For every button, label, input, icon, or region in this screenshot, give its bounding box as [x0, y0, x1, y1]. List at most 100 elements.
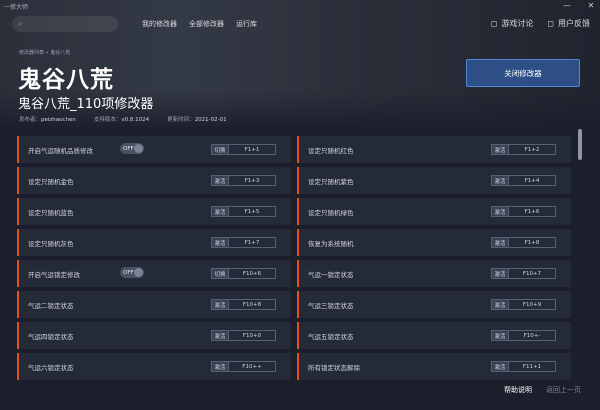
cheat-item: 所有锁定状态解除 激活 F11+1: [297, 353, 571, 380]
cheat-row: 设定只随机金色 激活 F1+3 设定只随机紫色 激活 F1+4: [17, 167, 571, 198]
hotkey-value: F10+-: [523, 332, 541, 339]
cheat-row: 气运六锁定状态 激活 F10++ 所有锁定状态解除 激活 F11+1: [17, 353, 571, 380]
hotkey-action[interactable]: 切换: [212, 269, 229, 278]
hotkey-action[interactable]: 激活: [492, 300, 509, 309]
hotkey-action[interactable]: 激活: [492, 331, 509, 340]
cheat-item: 恢复为系统随机 激活 F1+8: [297, 229, 571, 256]
title-bar: 一修大师: [0, 0, 600, 12]
hotkey-value: F10++: [242, 363, 262, 370]
hotkey-value: F10+7: [522, 270, 542, 277]
hotkey-box[interactable]: 激活 F1+5: [211, 206, 276, 217]
hotkey-value: F10+9: [522, 301, 542, 308]
cheat-item: 设定只随机紫色 激活 F1+4: [297, 167, 571, 194]
search-input[interactable]: ⌕: [12, 16, 118, 32]
game-discussion-link[interactable]: ◻ 游戏讨论: [491, 18, 534, 29]
footer: 帮助说明 返回上一页: [504, 385, 581, 395]
hotkey-box[interactable]: 激活 F10+9: [491, 299, 556, 310]
trainer-title: 鬼谷八荒_110项修改器: [18, 97, 154, 112]
top-nav: 我的修改器 全部修改器 运行库: [142, 19, 257, 29]
hotkey-box[interactable]: 激活 F10+8: [211, 299, 276, 310]
chat-icon: ◻: [490, 19, 498, 28]
cheat-item: 气运三锁定状态 激活 F10+9: [297, 291, 571, 318]
cheat-item: 设定只随机绿色 激活 F1+6: [297, 198, 571, 225]
hotkey-box[interactable]: 激活 F1+8: [491, 237, 556, 248]
nav-all-trainers[interactable]: 全部修改器: [189, 19, 224, 29]
hotkey-action[interactable]: 激活: [492, 362, 509, 371]
window-controls: — ✕: [562, 1, 596, 10]
app-title: 一修大师: [4, 3, 29, 11]
cheat-row: 开启气运随机品质修改 OFF 切换 F1+1 设定只随机红色 激活 F1+2: [17, 136, 571, 167]
hotkey-box[interactable]: 激活 F1+6: [491, 206, 556, 217]
hotkey-box[interactable]: 切换 F10+6: [211, 268, 276, 279]
cheat-row: 设定只随机灰色 激活 F1+7 恢复为系统随机 激活 F1+8: [17, 229, 571, 260]
hotkey-box[interactable]: 切换 F1+1: [211, 144, 276, 155]
hotkey-box[interactable]: 激活 F1+4: [491, 175, 556, 186]
hotkey-value: F1+7: [244, 239, 260, 246]
cheat-item: 设定只随机红色 激活 F1+2: [297, 136, 571, 163]
cheat-item: 开启气运随机品质修改 OFF 切换 F1+1: [17, 136, 291, 163]
hotkey-box[interactable]: 激活 F10+-: [491, 330, 556, 341]
nav-my-trainers[interactable]: 我的修改器: [142, 19, 177, 29]
hotkey-box[interactable]: 激活 F10+7: [491, 268, 556, 279]
hotkey-box[interactable]: 激活 F1+3: [211, 175, 276, 186]
hotkey-value: F10+0: [242, 332, 262, 339]
hotkey-box[interactable]: 激活 F1+7: [211, 237, 276, 248]
updated: 更新时间：2021-02-01: [167, 117, 227, 123]
hotkey-action[interactable]: 激活: [492, 176, 509, 185]
hotkey-action[interactable]: 激活: [492, 207, 509, 216]
hotkey-value: F1+5: [244, 208, 260, 215]
hotkey-action[interactable]: 激活: [492, 145, 509, 154]
hotkey-value: F1+2: [524, 146, 540, 153]
hotkey-box[interactable]: 激活 F10++: [211, 361, 276, 372]
hotkey-value: F1+4: [524, 177, 540, 184]
hotkey-action[interactable]: 激活: [212, 300, 229, 309]
game-discussion-label: 游戏讨论: [501, 19, 534, 28]
minimize-icon[interactable]: —: [562, 1, 572, 10]
trainer-meta: 发布者：peizhaochen 支持版本：v0.8.1024 更新时间：2021…: [19, 115, 227, 123]
hotkey-value: F1+1: [244, 146, 260, 153]
cheat-item: 气运二锁定状态 激活 F10+8: [17, 291, 291, 318]
hotkey-action[interactable]: 激活: [492, 269, 509, 278]
user-feedback-label: 用户反馈: [558, 19, 590, 28]
cheat-toggle[interactable]: OFF: [120, 143, 144, 154]
close-trainer-button[interactable]: 关闭修改器: [466, 59, 580, 87]
breadcrumb: 修改器列表 » 鬼谷八荒: [19, 50, 71, 56]
help-link[interactable]: 帮助说明: [504, 385, 532, 395]
cheat-item: 气运四锁定状态 激活 F10+0: [17, 322, 291, 349]
page-title: 鬼谷八荒: [18, 67, 114, 93]
cheat-item: 设定只随机金色 激活 F1+3: [17, 167, 291, 194]
hotkey-action[interactable]: 激活: [212, 362, 229, 371]
cheat-item: 气运五锁定状态 激活 F10+-: [297, 322, 571, 349]
search-icon: ⌕: [18, 19, 23, 28]
hotkey-value: F11+1: [522, 363, 542, 370]
cheat-row: 气运四锁定状态 激活 F10+0 气运五锁定状态 激活 F10+-: [17, 322, 571, 353]
cheat-item: 设定只随机蓝色 激活 F1+5: [17, 198, 291, 225]
hotkey-value: F1+3: [244, 177, 260, 184]
user-feedback-link[interactable]: ◻ 用户反馈: [547, 18, 590, 29]
hotkey-action[interactable]: 激活: [212, 207, 229, 216]
back-link[interactable]: 返回上一页: [546, 385, 581, 395]
hotkey-box[interactable]: 激活 F11+1: [491, 361, 556, 372]
hotkey-value: F10+6: [242, 270, 262, 277]
hotkey-box[interactable]: 激活 F1+2: [491, 144, 556, 155]
cheat-item: 开启气运锁定修改 OFF 切换 F10+6: [17, 260, 291, 287]
hotkey-box[interactable]: 激活 F10+0: [211, 330, 276, 341]
hotkey-action[interactable]: 激活: [212, 176, 229, 185]
nav-runtime[interactable]: 运行库: [236, 19, 257, 29]
hotkey-action[interactable]: 激活: [492, 238, 509, 247]
cheat-row: 开启气运锁定修改 OFF 切换 F10+6 气运一锁定状态 激活 F10+7: [17, 260, 571, 291]
cheat-item: 气运六锁定状态 激活 F10++: [17, 353, 291, 380]
hotkey-action[interactable]: 切换: [212, 145, 229, 154]
cheat-toggle[interactable]: OFF: [120, 267, 144, 278]
top-right-links: ◻ 游戏讨论 ◻ 用户反馈: [491, 18, 590, 29]
hotkey-action[interactable]: 激活: [212, 331, 229, 340]
close-icon[interactable]: ✕: [586, 1, 596, 10]
feedback-icon: ◻: [547, 19, 554, 28]
version: 支持版本：v0.8.1024: [93, 117, 150, 123]
hotkey-value: F10+8: [242, 301, 262, 308]
cheat-item: 设定只随机灰色 激活 F1+7: [17, 229, 291, 256]
hotkey-action[interactable]: 激活: [212, 238, 229, 247]
scrollbar[interactable]: [578, 129, 582, 160]
cheat-list: 开启气运随机品质修改 OFF 切换 F1+1 设定只随机红色 激活 F1+2 设定只随机金色激…: [17, 136, 571, 380]
cheat-row: 设定只随机蓝色 激活 F1+5 设定只随机绿色 激活 F1+6: [17, 198, 571, 229]
